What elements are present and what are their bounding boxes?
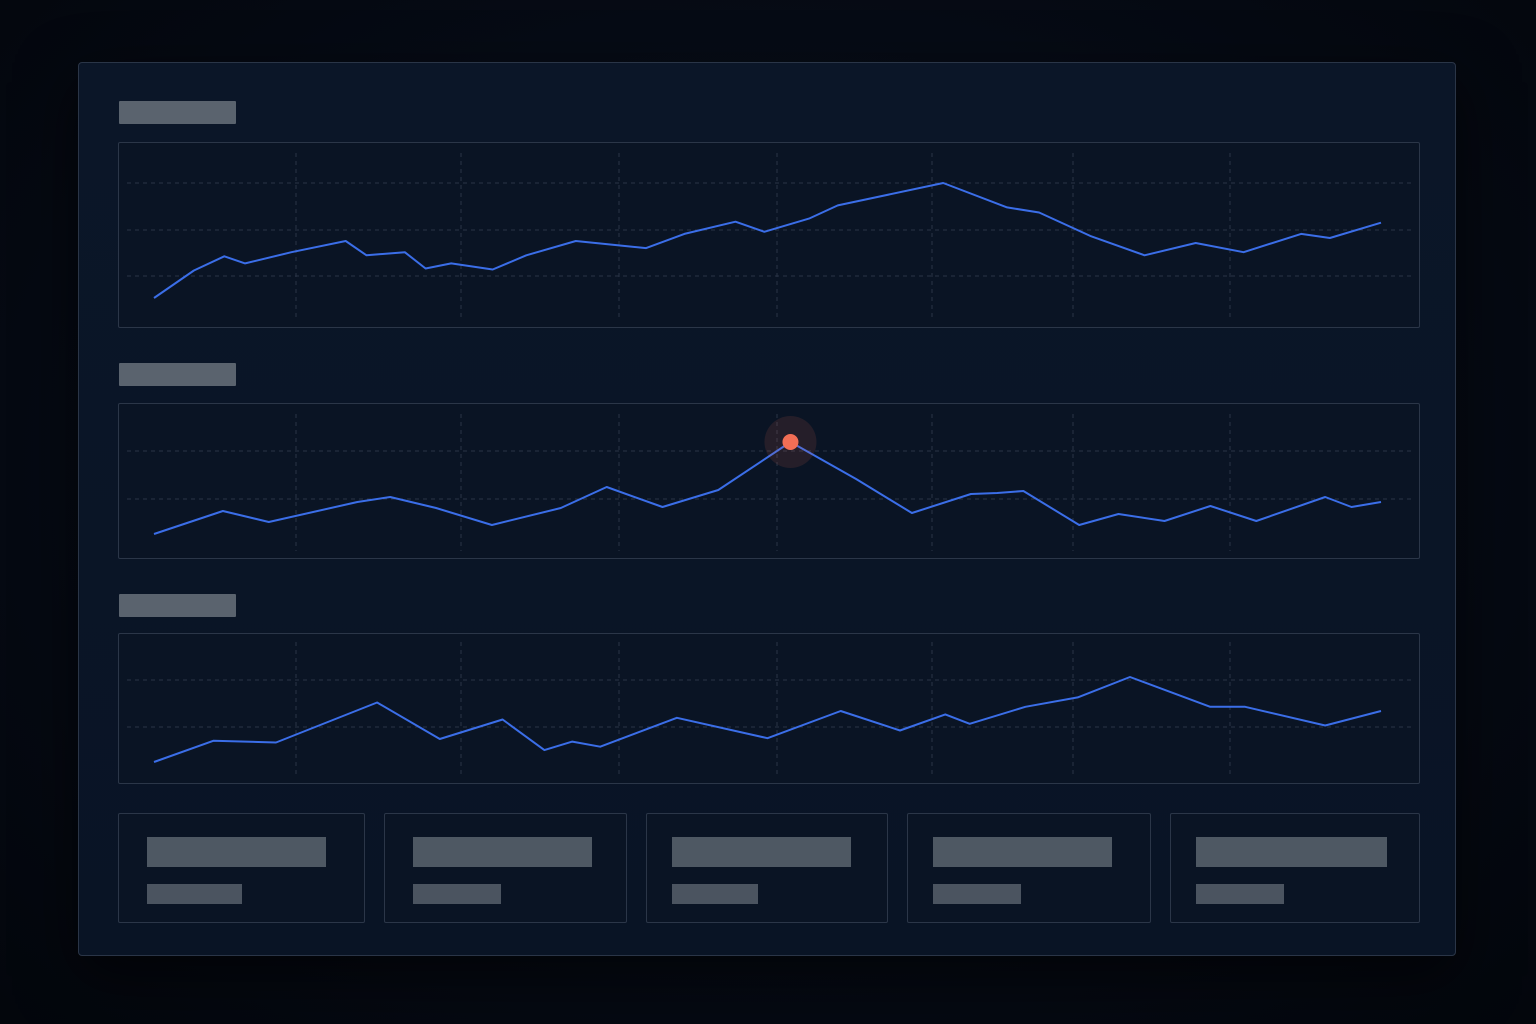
chart-2-series-line [153, 441, 1382, 535]
line-chart-1 [127, 153, 1413, 319]
stat-card-1[interactable] [118, 813, 365, 923]
line-chart-3 [127, 642, 1413, 776]
stat-card-3-value-placeholder [672, 837, 851, 867]
stat-card-3-label-placeholder [672, 884, 758, 904]
chart-1-title-placeholder [119, 101, 236, 124]
chart-2-highlight-point[interactable] [782, 434, 799, 450]
stat-card-3[interactable] [646, 813, 888, 923]
stat-card-1-value-placeholder [147, 837, 326, 867]
stat-card-5-label-placeholder [1196, 884, 1284, 904]
line-chart-2 [127, 414, 1413, 551]
stat-card-2[interactable] [384, 813, 627, 923]
stat-card-5-value-placeholder [1196, 837, 1387, 867]
chart-1-series-line [153, 182, 1382, 299]
stat-card-1-label-placeholder [147, 884, 242, 904]
chart-panel-3 [118, 633, 1420, 784]
stat-card-4-label-placeholder [933, 884, 1021, 904]
stat-card-4-value-placeholder [933, 837, 1112, 867]
stat-card-2-value-placeholder [413, 837, 592, 867]
chart-2-title-placeholder [119, 363, 236, 386]
stat-card-4[interactable] [907, 813, 1151, 923]
chart-panel-1 [118, 142, 1420, 328]
chart-3-title-placeholder [119, 594, 236, 617]
stat-card-2-label-placeholder [413, 884, 501, 904]
stat-card-5[interactable] [1170, 813, 1420, 923]
chart-3-series-line [153, 676, 1382, 763]
chart-panel-2 [118, 403, 1420, 559]
dashboard-frame [78, 62, 1456, 956]
